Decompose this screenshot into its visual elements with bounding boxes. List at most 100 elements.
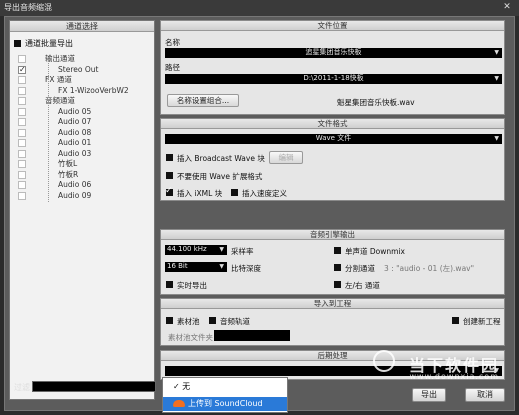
tree-item[interactable]: Audio 01 <box>10 138 156 148</box>
import-project-header: 导入到工程 <box>161 299 504 309</box>
tree-checkbox[interactable] <box>18 118 26 126</box>
batch-export-checkbox[interactable] <box>14 40 21 47</box>
filter-input[interactable] <box>32 381 156 392</box>
tree-item[interactable]: 竹板L <box>10 159 156 169</box>
tree-item[interactable]: Audio 06 <box>10 180 156 190</box>
name-label: 名称 <box>165 38 180 47</box>
tree-item[interactable]: Stereo Out <box>10 65 156 75</box>
tree-checkbox[interactable] <box>18 65 26 75</box>
pool-label: 素材池 <box>177 317 200 326</box>
cancel-button[interactable]: 取消 <box>465 388 505 402</box>
dropdown-item-none[interactable]: ✓ 无 <box>163 380 287 394</box>
file-format-panel: 文件格式 Wave 文件 ▼ 插入 Broadcast Wave 块 编辑 不要… <box>160 118 505 201</box>
tempo-checkbox[interactable] <box>231 189 238 196</box>
bit-depth-label: 比特深度 <box>231 264 261 273</box>
edit-button[interactable]: 编辑 <box>269 151 303 164</box>
tree-label: 竹板L <box>58 159 78 168</box>
no-wave-ext-label: 不要使用 Wave 扩展格式 <box>177 172 263 181</box>
audio-engine-panel: 音频引擎输出 44.100 kHz ▼ 采样率 16 Bit ▼ 比特深度 实时… <box>160 229 505 295</box>
tree-group[interactable]: 输出通道 <box>10 54 156 64</box>
tree-item[interactable]: Audio 08 <box>10 128 156 138</box>
tree-label: Audio 03 <box>58 148 92 158</box>
tree-checkbox[interactable] <box>18 160 26 168</box>
tree-label: Audio 08 <box>58 127 92 137</box>
tree-label: FX 1-WizooVerbW2 <box>58 85 129 95</box>
export-button[interactable]: 导出 <box>412 388 446 402</box>
pool-folder-input[interactable] <box>214 330 290 341</box>
split-channels-checkbox[interactable] <box>334 264 341 271</box>
audio-track-checkbox[interactable] <box>209 317 216 324</box>
mono-downmix-checkbox[interactable] <box>334 247 341 254</box>
realtime-checkbox[interactable] <box>166 281 173 288</box>
naming-scheme-button[interactable]: 名称设置组合... <box>167 94 239 107</box>
tree-item[interactable]: Audio 07 <box>10 117 156 127</box>
file-location-panel: 文件位置 名称 追星集团音乐快板 ▼ 路径 D:\2011-1-18快板 ▼ 名… <box>160 20 505 115</box>
tree-item[interactable]: Audio 09 <box>10 191 156 201</box>
name-value: 追星集团音乐快板 <box>305 48 362 56</box>
file-location-header: 文件位置 <box>161 21 504 31</box>
tree-group[interactable]: 音频通道 <box>10 96 156 106</box>
broadcast-wave-checkbox[interactable] <box>166 154 173 161</box>
tree-checkbox[interactable] <box>18 76 26 84</box>
tree-label: Audio 01 <box>58 138 92 147</box>
lr-channels-label: 左/右 通道 <box>345 281 380 290</box>
tree-connector <box>48 60 49 202</box>
tree-label: Audio 05 <box>58 106 92 116</box>
import-project-panel: 导入到工程 素材池 音频轨道 创建新工程 素材池文件夹 <box>160 298 505 346</box>
format-value: Wave 文件 <box>315 134 352 142</box>
filter-label: 过滤 <box>14 383 30 392</box>
path-input[interactable]: D:\2011-1-18快板 ▼ <box>165 74 502 84</box>
mono-downmix-label: 单声道 Downmix <box>345 247 405 256</box>
close-icon[interactable]: ✕ <box>501 2 513 13</box>
chevron-down-icon[interactable]: ▼ <box>219 262 224 271</box>
checkmark-icon: ✓ <box>173 382 183 391</box>
tree-checkbox[interactable] <box>18 170 26 179</box>
format-select[interactable]: Wave 文件 ▼ <box>165 134 502 144</box>
lr-channels-checkbox[interactable] <box>334 281 341 288</box>
path-label: 路径 <box>165 63 180 72</box>
filename-preview: 魁星集团音乐快板.wav <box>337 98 415 107</box>
tree-checkbox[interactable] <box>18 149 26 158</box>
pool-checkbox[interactable] <box>166 317 173 324</box>
tempo-label: 插入速度定义 <box>242 189 287 198</box>
tree-checkbox[interactable] <box>18 128 26 137</box>
file-format-header: 文件格式 <box>161 119 504 129</box>
dropdown-item-none-label: 无 <box>182 382 191 391</box>
soundcloud-icon <box>173 400 185 407</box>
path-value: D:\2011-1-18快板 <box>303 74 364 82</box>
dropdown-item-soundcloud[interactable]: 上传到 SoundCloud <box>163 397 287 411</box>
tree-checkbox[interactable] <box>18 191 26 200</box>
new-project-checkbox[interactable] <box>452 317 459 324</box>
tree-checkbox[interactable] <box>18 139 26 147</box>
tree-item[interactable]: 竹板R <box>10 170 156 180</box>
audio-track-label: 音频轨道 <box>220 317 250 326</box>
tree-item[interactable]: FX 1-WizooVerbW2 <box>10 86 156 96</box>
tree-label: Audio 06 <box>58 180 92 189</box>
tree-label: 音频通道 <box>45 96 75 105</box>
name-input[interactable]: 追星集团音乐快板 ▼ <box>165 48 502 58</box>
bit-depth-select[interactable]: 16 Bit ▼ <box>165 262 227 272</box>
no-wave-ext-checkbox[interactable] <box>166 172 173 179</box>
bit-depth-value: 16 Bit <box>167 262 188 270</box>
tree-checkbox[interactable] <box>18 97 26 105</box>
ixml-checkbox[interactable] <box>165 186 173 196</box>
tree-checkbox[interactable] <box>18 181 26 189</box>
tree-item[interactable]: Audio 03 <box>10 149 156 159</box>
sample-rate-select[interactable]: 44.100 kHz ▼ <box>165 245 227 255</box>
batch-export-toggle[interactable]: 通道批量导出 <box>14 38 73 49</box>
tree-label: Stereo Out <box>58 64 99 74</box>
tree-checkbox[interactable] <box>18 86 26 95</box>
tree-group[interactable]: FX 通道 <box>10 75 156 85</box>
post-process-dropdown: ✓ 无 上传到 SoundCloud <box>162 377 288 413</box>
tree-item[interactable]: Audio 05 <box>10 107 156 117</box>
chevron-down-icon[interactable]: ▼ <box>494 74 499 83</box>
broadcast-wave-label: 插入 Broadcast Wave 块 <box>177 154 265 163</box>
tree-checkbox[interactable] <box>18 107 26 116</box>
chevron-down-icon[interactable]: ▼ <box>494 134 499 143</box>
watermark-logo-icon <box>373 350 395 372</box>
channel-select-panel: 通道选择 通道批量导出 输出通道Stereo OutFX 通道FX 1-Wizo… <box>9 20 155 400</box>
chevron-down-icon[interactable]: ▼ <box>494 48 499 57</box>
watermark-url: www.downxia.com <box>409 372 499 381</box>
tree-checkbox[interactable] <box>18 55 26 63</box>
chevron-down-icon[interactable]: ▼ <box>219 245 224 254</box>
